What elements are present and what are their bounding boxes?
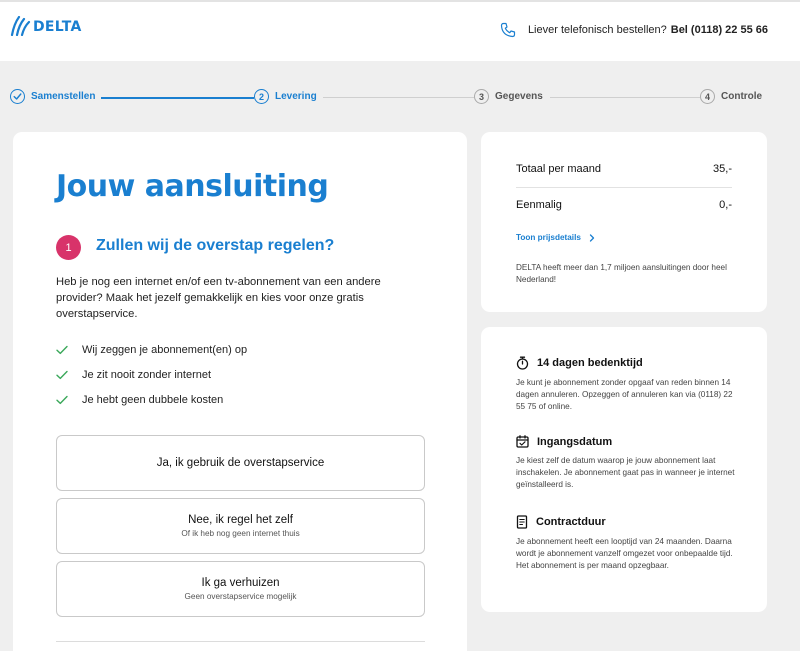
option-use-overstapservice[interactable]: Ja, ik gebruik de overstapservice — [56, 435, 425, 491]
benefit-item: Je hebt geen dubbele kosten — [56, 387, 247, 412]
price-summary-card: Totaal per maand 35,- Eenmalig 0,- Toon … — [481, 132, 767, 312]
checkmark-icon — [56, 370, 68, 379]
option-subtitle: Of ik heb nog geen internet thuis — [181, 529, 300, 538]
stepper-line-3 — [550, 97, 705, 98]
checkout-stepper: Samenstellen 2 Levering 3 Gegevens 4 Con… — [10, 88, 770, 108]
info-block-bedenktijd: 14 dagen bedenktijd Je kunt je abonnemen… — [516, 356, 741, 413]
section-title: Zullen wij de overstap regelen? — [96, 237, 335, 254]
option-regel-zelf[interactable]: Nee, ik regel het zelf Of ik heb nog gee… — [56, 498, 425, 554]
step-gegevens[interactable]: 3 Gegevens — [474, 89, 549, 104]
calendar-icon — [516, 435, 529, 448]
step-levering[interactable]: 2 Levering — [254, 89, 323, 104]
info-block-contractduur: Contractduur Je abonnement heeft een loo… — [516, 515, 741, 572]
info-heading: Ingangsdatum — [516, 435, 741, 448]
step-number: 2 — [254, 89, 269, 104]
checkmark-icon — [56, 345, 68, 354]
page-title: Jouw aansluiting — [56, 169, 329, 204]
info-title: Contractduur — [536, 516, 606, 528]
option-subtitle: Geen overstapservice mogelijk — [184, 592, 297, 601]
info-heading: 14 dagen bedenktijd — [516, 356, 741, 370]
step-label: Controle — [721, 91, 763, 102]
step-label: Samenstellen — [31, 91, 96, 102]
info-text: Je kunt je abonnement zonder opgaaf van … — [516, 378, 733, 411]
monthly-total-label: Totaal per maand — [516, 163, 601, 175]
summary-note: DELTA heeft meer dan 1,7 miljoen aanslui… — [516, 263, 727, 284]
monthly-total-value: 35,- — [713, 163, 732, 175]
chevron-right-icon — [589, 233, 595, 242]
option-title: Nee, ik regel het zelf — [188, 514, 293, 526]
document-icon — [516, 515, 528, 529]
option-title: Ik ga verhuizen — [201, 577, 280, 589]
one-time-value: 0,- — [719, 199, 732, 211]
step-controle[interactable]: 4 Controle — [700, 89, 769, 104]
step-label: Levering — [275, 91, 317, 102]
step-label: Gegevens — [495, 91, 543, 102]
section-divider — [56, 641, 425, 642]
info-card: 14 dagen bedenktijd Je kunt je abonnemen… — [481, 327, 767, 612]
step-number: 4 — [700, 89, 715, 104]
phone-icon — [500, 22, 516, 38]
info-title: 14 dagen bedenktijd — [537, 357, 643, 369]
section-number-badge: 1 — [56, 235, 81, 260]
info-title: Ingangsdatum — [537, 435, 613, 448]
info-text: Je kiest zelf de datum waarop je jouw ab… — [516, 456, 735, 489]
stopwatch-icon — [516, 356, 529, 370]
logo-text: DELTA — [33, 19, 82, 35]
details-link-label: Toon prijsdetails — [516, 233, 581, 242]
info-text: Je abonnement heeft een looptijd van 24 … — [516, 537, 733, 570]
wave-logo-icon — [10, 16, 31, 36]
checkmark-icon — [56, 395, 68, 404]
site-header: DELTA Liever telefonisch bestellen? Bel … — [0, 0, 800, 61]
stepper-progress-line — [90, 96, 260, 99]
option-verhuizen[interactable]: Ik ga verhuizen Geen overstapservice mog… — [56, 561, 425, 617]
benefit-label: Wij zeggen je abonnement(en) op — [82, 343, 248, 356]
show-price-details-link[interactable]: Toon prijsdetails — [516, 233, 595, 242]
delta-logo[interactable]: DELTA — [10, 16, 82, 36]
phone-order[interactable]: Liever telefonisch bestellen? Bel (0118)… — [500, 22, 768, 38]
intro-text: Heb je nog een internet en/of een tv-abo… — [56, 276, 381, 320]
benefit-item: Wij zeggen je abonnement(en) op — [56, 337, 247, 362]
benefit-label: Je zit nooit zonder internet — [82, 368, 212, 381]
one-time-row: Eenmalig 0,- — [516, 199, 732, 211]
one-time-label: Eenmalig — [516, 199, 562, 211]
benefits-list: Wij zeggen je abonnement(en) op Je zit n… — [56, 337, 247, 412]
info-block-ingangsdatum: Ingangsdatum Je kiest zelf de datum waar… — [516, 435, 741, 491]
step-samenstellen[interactable]: Samenstellen — [10, 89, 102, 104]
phone-number[interactable]: Bel (0118) 22 55 66 — [671, 24, 768, 36]
phone-prefix: Liever telefonisch bestellen? — [527, 24, 667, 36]
connection-card: Jouw aansluiting 1 Zullen wij de oversta… — [13, 132, 467, 651]
stepper-line-2 — [310, 97, 480, 98]
benefit-item: Je zit nooit zonder internet — [56, 362, 247, 387]
option-title: Ja, ik gebruik de overstapservice — [156, 457, 325, 469]
info-heading: Contractduur — [516, 515, 741, 529]
check-circle-icon — [10, 89, 25, 104]
summary-separator — [516, 187, 732, 188]
benefit-label: Je hebt geen dubbele kosten — [82, 393, 224, 406]
monthly-total-row: Totaal per maand 35,- — [516, 163, 732, 175]
step-number: 3 — [474, 89, 489, 104]
